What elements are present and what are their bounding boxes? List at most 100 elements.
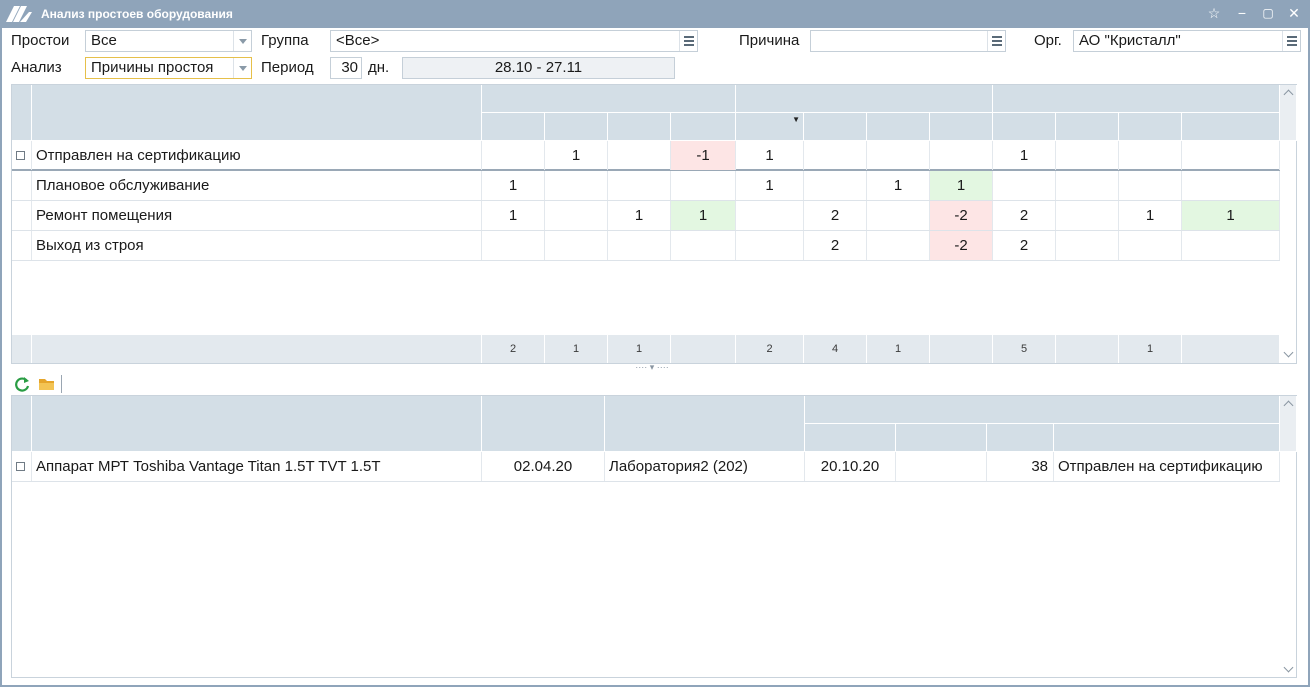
total-cell: 1 [1119,335,1182,363]
chevron-down-icon[interactable] [1282,349,1296,361]
star-icon[interactable]: ☆ [1203,3,1225,23]
value-cell [545,171,608,200]
chevron-up-icon[interactable] [1282,87,1296,99]
menu-icon[interactable] [1282,31,1300,51]
value-cell: 1 [608,201,671,230]
value-cell: -1 [671,141,736,170]
downtime-reason: Отправлен на сертификацию [1054,452,1280,481]
app-window: Анализ простоев оборудования ☆ − ▢ ✕ Про… [0,0,1310,687]
value-cell: 2 [804,201,867,230]
close-icon[interactable]: ✕ [1283,3,1305,23]
table-row[interactable]: Ремонт помещения 1 1 1 2 -2 2 1 1 [12,201,1280,231]
minimize-icon[interactable]: − [1231,3,1253,23]
row-checkbox-cell[interactable] [12,201,32,230]
value-cell [867,141,930,170]
total-cell [930,335,993,363]
total-cell [671,335,736,363]
header-to[interactable] [896,424,987,452]
row-name: Ремонт помещения [32,201,482,230]
header-subcolumn[interactable] [1119,113,1182,141]
value-cell: -2 [930,201,993,230]
header-subcolumn[interactable] [1182,113,1280,141]
value-cell: 1 [1182,201,1280,230]
value-cell: 1 [1119,201,1182,230]
period-days-input[interactable]: 30 [330,57,362,79]
row-name: Отправлен на сертификацию [32,141,482,170]
header-subcolumn[interactable] [545,113,608,141]
header-subcolumn[interactable] [1056,113,1119,141]
table-row[interactable]: Выход из строя 2 -2 2 [12,231,1280,261]
maximize-icon[interactable]: ▢ [1257,3,1279,23]
value-cell [1056,171,1119,200]
totals-label [32,335,482,363]
table-row[interactable]: Отправлен на сертификацию 1 -1 1 1 [12,141,1280,171]
refresh-icon[interactable] [13,375,31,393]
row-checkbox-cell[interactable] [12,171,32,200]
header-subcolumn[interactable] [608,113,671,141]
analysis-label: Анализ [11,59,62,76]
value-cell [867,201,930,230]
value-cell: 1 [482,201,545,230]
group-field[interactable]: <Все> [330,30,698,52]
value-cell [867,231,930,260]
menu-icon[interactable] [679,31,697,51]
window-title: Анализ простоев оборудования [41,7,233,21]
value-cell: 1 [482,171,545,200]
analysis-select[interactable]: Причины простоя [85,57,252,79]
header-period-group [736,85,993,113]
header-reason[interactable] [1054,424,1280,452]
prostoi-select[interactable]: Все [85,30,252,52]
total-cell [1056,335,1119,363]
menu-icon[interactable] [987,31,1005,51]
header-days[interactable] [987,424,1054,452]
table-row[interactable]: Аппарат МРТ Toshiba Vantage Titan 1.5T T… [12,452,1280,482]
row-checkbox-cell[interactable] [12,141,32,170]
header-subcolumn[interactable] [482,113,545,141]
chevron-down-icon[interactable] [1282,664,1296,676]
value-cell: 1 [867,171,930,200]
value-cell [804,171,867,200]
header-subcolumn[interactable]: ▼ [736,113,804,141]
header-period-group [993,85,1280,113]
chevron-up-icon[interactable] [1282,398,1296,410]
analytics-grid: ▼ Отправлен на сертификацию 1 -1 1 1 Плановое … [11,84,1297,364]
value-cell: 1 [736,171,804,200]
header-subcolumn[interactable] [867,113,930,141]
org-field[interactable]: АО "Кристалл" [1073,30,1301,52]
header-location[interactable] [605,396,805,452]
header-commission[interactable] [482,396,605,452]
reason-field[interactable] [810,30,1006,52]
row-checkbox[interactable] [16,462,25,471]
value-cell [1119,231,1182,260]
header-name[interactable] [32,396,482,452]
folder-icon[interactable] [38,375,56,393]
row-checkbox-cell[interactable] [12,231,32,260]
value-cell: 2 [993,201,1056,230]
period-label: Период [261,59,314,76]
reason-label: Причина [739,32,800,49]
value-cell: 2 [993,231,1056,260]
header-subcolumn[interactable] [930,113,993,141]
row-name: Плановое обслуживание [32,171,482,200]
chevron-down-icon[interactable] [233,31,251,51]
total-cell: 1 [867,335,930,363]
header-from[interactable] [805,424,896,452]
header-subcolumn[interactable] [671,113,736,141]
total-cell [1182,335,1280,363]
header-subcolumn[interactable] [804,113,867,141]
chevron-down-icon[interactable] [233,58,251,78]
equipment-grid: Аппарат МРТ Toshiba Vantage Titan 1.5T T… [11,395,1297,678]
value-cell [736,231,804,260]
titlebar: Анализ простоев оборудования ☆ − ▢ ✕ [0,0,1310,28]
value-cell [671,231,736,260]
splitter-handle[interactable]: ···· ▾ ···· [622,363,682,372]
value-cell: 1 [545,141,608,170]
row-checkbox[interactable] [16,151,25,160]
header-period-group [482,85,736,113]
header-subcolumn[interactable] [993,113,1056,141]
header-corner [12,396,32,452]
value-cell: 2 [804,231,867,260]
table-row[interactable]: Плановое обслуживание 1 1 1 1 [12,171,1280,201]
row-checkbox-cell[interactable] [12,452,32,481]
main-panel: Простои Все Группа <Все> Причина Орг. АО… [2,28,1308,685]
